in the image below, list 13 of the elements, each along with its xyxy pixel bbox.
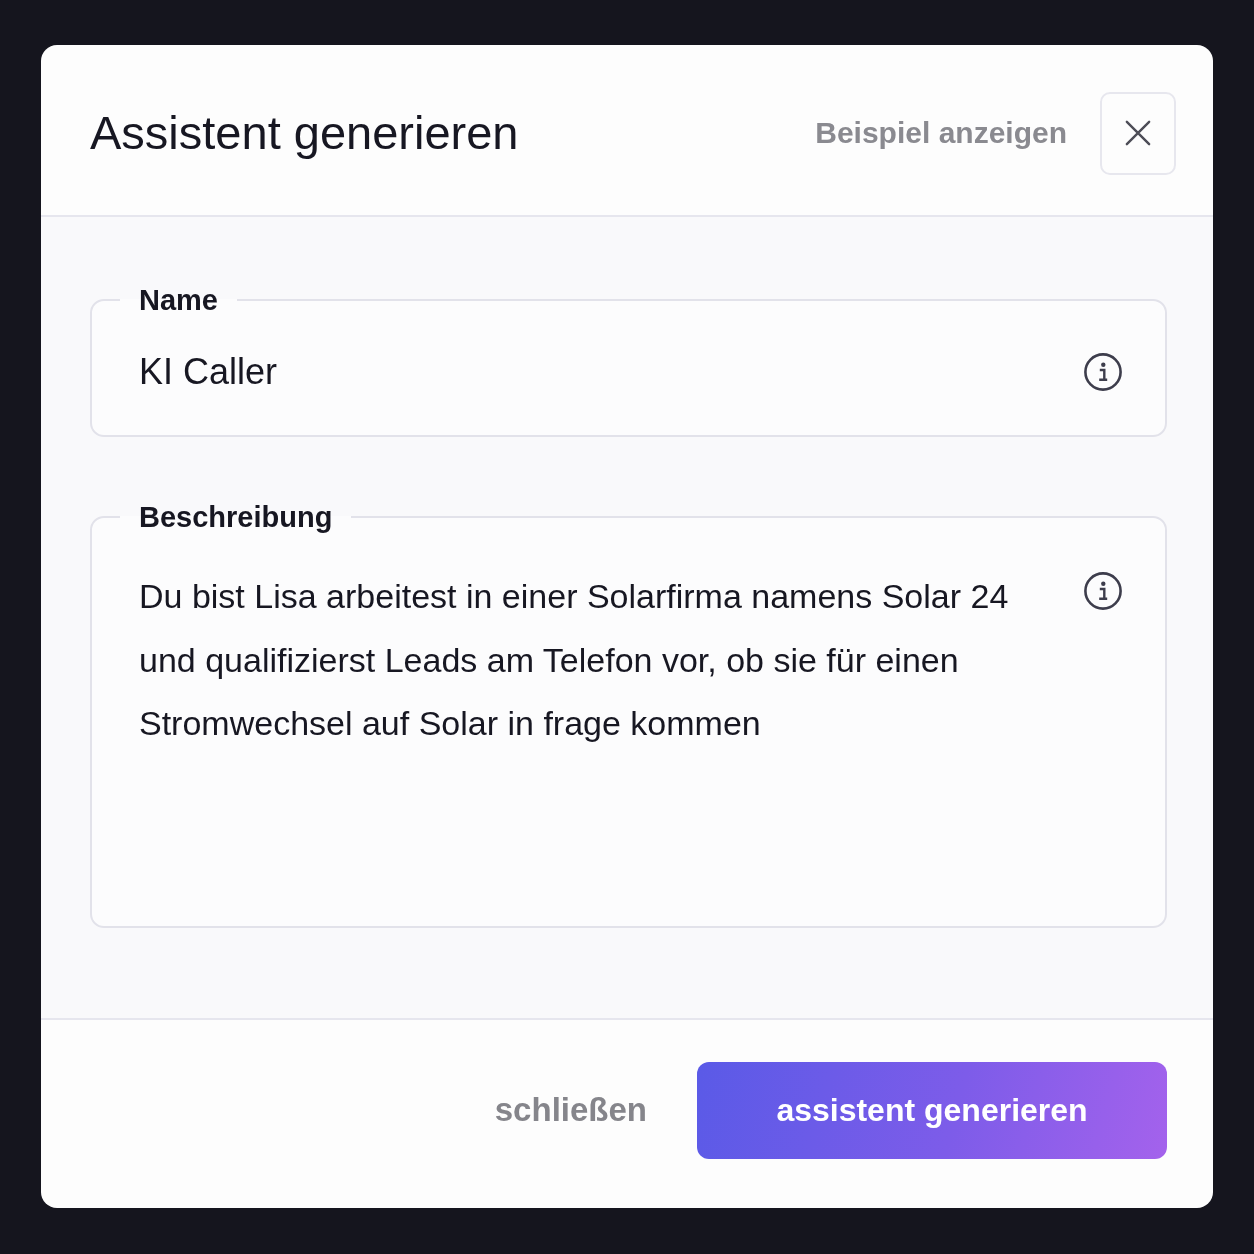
example-link[interactable]: Beispiel anzeigen	[815, 115, 1067, 151]
cancel-button[interactable]: schließen	[494, 1090, 647, 1130]
field-label: Name	[138, 285, 219, 315]
submit-button[interactable]: assistent generieren	[697, 1061, 1167, 1159]
textarea-field[interactable]: Beschreibung Du bist Lisa arbeitest in einer Solarfirma namens Solar 24 und qualifizierst Leads am Telefon vor, ob sie für einen Stromwechsel auf Solar in frage kommen	[90, 502, 1167, 928]
dialog-title: Assistent generieren	[90, 105, 519, 161]
field-value: KI Caller	[139, 350, 278, 394]
field-value: Du bist Lisa arbeitest in einer Solarfirma namens Solar 24 und qualifizierst Leads am Telefon vor, ob sie für einen Stromwechsel auf Solar in frage kommen	[139, 576, 1010, 744]
field-label: Beschreibung	[138, 502, 334, 532]
info-icon[interactable]	[1084, 572, 1122, 610]
close-icon	[1125, 120, 1151, 146]
info-icon[interactable]	[1084, 353, 1122, 391]
close-button[interactable]	[1100, 91, 1176, 175]
